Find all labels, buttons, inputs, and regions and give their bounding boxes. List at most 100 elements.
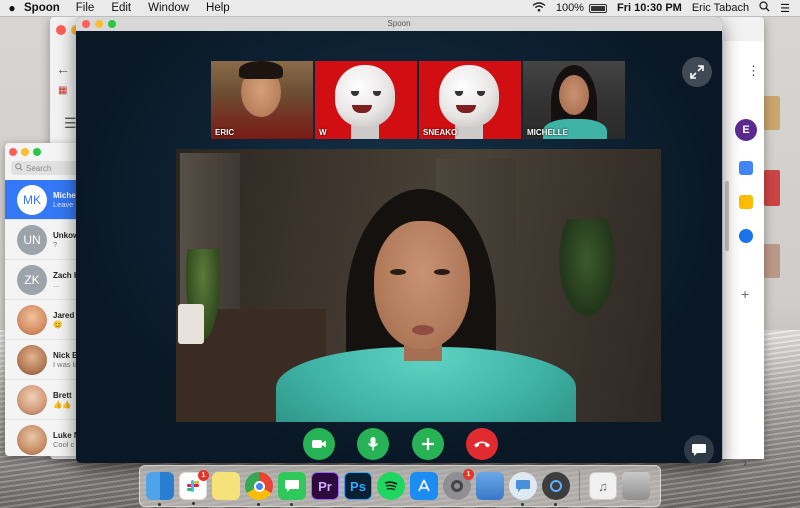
add-addon-icon[interactable]: + (741, 286, 749, 302)
list-item[interactable]: Jared 😊 (5, 300, 77, 340)
menu-edit[interactable]: Edit (111, 2, 131, 14)
premiere-icon[interactable]: Pr (311, 472, 339, 500)
desktop-file-icon[interactable] (764, 244, 780, 278)
spotify-icon[interactable] (377, 472, 405, 500)
minimize-window-button[interactable] (21, 148, 29, 156)
search-icon[interactable] (759, 1, 770, 15)
photos-preview-icon[interactable] (476, 472, 504, 500)
menu-app-name[interactable]: Spoon (24, 2, 60, 14)
message-preview: Cool c (53, 439, 75, 449)
list-item[interactable]: Nick BI was li started (5, 340, 77, 380)
keep-notes-icon[interactable] (739, 195, 753, 209)
chrome-icon[interactable] (245, 472, 273, 506)
chat-bubble-icon (692, 444, 706, 456)
zoom-window-button[interactable] (108, 20, 116, 28)
list-item[interactable]: MK MicheLeave you th (5, 180, 77, 220)
participant-name: MICHELLE (527, 128, 568, 137)
hang-up-icon (474, 441, 490, 448)
tasks-icon[interactable] (739, 229, 753, 243)
avatar: ZK (17, 264, 47, 295)
trash-icon[interactable] (622, 472, 650, 500)
dock-separator (579, 471, 580, 501)
window-titlebar: Spoon (76, 17, 722, 31)
dock: 1 Pr Ps 1 ♫ (139, 465, 661, 507)
menu-file[interactable]: File (76, 2, 95, 14)
finder-icon[interactable] (146, 472, 174, 506)
more-options-icon[interactable]: ⋮ (747, 63, 760, 79)
quicktime-icon[interactable] (542, 472, 570, 506)
user-name[interactable]: Eric Tabach (692, 2, 749, 14)
chevron-right-icon[interactable]: › (743, 456, 747, 470)
menu-help[interactable]: Help (206, 2, 230, 14)
plus-icon (422, 438, 434, 450)
participant-tile-sneako[interactable]: SNEAKO (419, 61, 521, 139)
expand-button[interactable] (682, 57, 712, 87)
system-preferences-icon[interactable]: 1 (443, 469, 474, 500)
microphone-toggle-button[interactable] (357, 428, 389, 460)
music-file-icon[interactable]: ♫ (589, 472, 617, 500)
participant-video (559, 75, 589, 115)
close-window-button[interactable] (9, 148, 17, 156)
battery-icon (589, 3, 608, 13)
search-icon (15, 163, 23, 173)
scrollbar[interactable] (725, 181, 729, 251)
contact-name: Nick B (53, 350, 77, 360)
list-item[interactable]: Luke NCool c (5, 420, 77, 456)
avatar (17, 384, 47, 415)
window-controls (82, 20, 116, 28)
expand-icon (690, 65, 704, 79)
participant-tile-eric[interactable]: ERIC (211, 61, 313, 139)
video-background-pot (178, 304, 204, 344)
battery-status[interactable]: 100% (555, 2, 608, 14)
desktop-file-icon[interactable] (764, 96, 780, 130)
account-avatar[interactable]: E (735, 119, 757, 141)
list-item[interactable]: UN Unkow? (5, 220, 77, 260)
wifi-icon[interactable] (532, 1, 546, 15)
avatar: UN (17, 224, 47, 255)
add-participant-button[interactable] (412, 428, 444, 460)
message-preview: ? (53, 239, 58, 249)
battery-percent: 100% (555, 2, 584, 14)
call-controls (76, 428, 722, 463)
avatar (17, 424, 47, 455)
participant-tile-w[interactable]: W (315, 61, 417, 139)
apple-menu-icon[interactable]: ● (0, 1, 24, 15)
messages-search-input[interactable]: Search (11, 161, 77, 175)
chat-button[interactable] (684, 435, 714, 463)
zoom-window-button[interactable] (33, 148, 41, 156)
main-video-feed[interactable] (176, 149, 661, 422)
minimize-window-button[interactable] (95, 20, 103, 28)
stickies-icon[interactable] (212, 472, 240, 500)
search-placeholder: Search (26, 163, 52, 173)
calendar-icon[interactable] (739, 161, 753, 175)
clock[interactable]: Fri 10:30 PM (617, 2, 682, 14)
participant-tile-michelle[interactable]: MICHELLE (523, 61, 625, 139)
contact-name: Jared (53, 310, 75, 320)
messages-window: Search MK MicheLeave you th UN Unkow? ZK… (5, 143, 77, 456)
apps-grid-icon[interactable]: ▦ (58, 85, 67, 96)
hang-up-button[interactable] (466, 428, 498, 460)
menu-bar-status: 100% Fri 10:30 PM Eric Tabach ☰ (532, 1, 800, 15)
close-window-button[interactable] (82, 20, 90, 28)
message-preview: I was li started (53, 359, 77, 369)
contact-name: Luke N (53, 430, 77, 440)
chat-app-icon[interactable] (509, 472, 537, 506)
window-title: Spoon (387, 19, 411, 28)
avatar: MK (17, 184, 47, 215)
message-preview: 😊 (53, 319, 63, 329)
speaker-eye (390, 269, 406, 275)
app-store-icon[interactable] (410, 472, 438, 500)
list-item[interactable]: Brett 👍👍 (5, 380, 77, 420)
slack-icon[interactable]: 1 (179, 470, 209, 505)
messages-app-icon[interactable] (278, 472, 306, 506)
desktop-file-icon[interactable] (764, 170, 780, 206)
participant-name: SNEAKO (423, 128, 458, 137)
control-center-icon[interactable]: ☰ (780, 2, 790, 15)
list-item[interactable]: ZK Zach K... (5, 260, 77, 300)
photoshop-icon[interactable]: Ps (344, 472, 372, 500)
back-arrow-icon[interactable]: ← (56, 61, 70, 77)
hamburger-menu-icon[interactable]: ☰ (64, 115, 77, 132)
camera-toggle-button[interactable] (303, 428, 335, 460)
menu-window[interactable]: Window (148, 2, 189, 14)
close-window-button[interactable] (56, 25, 66, 35)
